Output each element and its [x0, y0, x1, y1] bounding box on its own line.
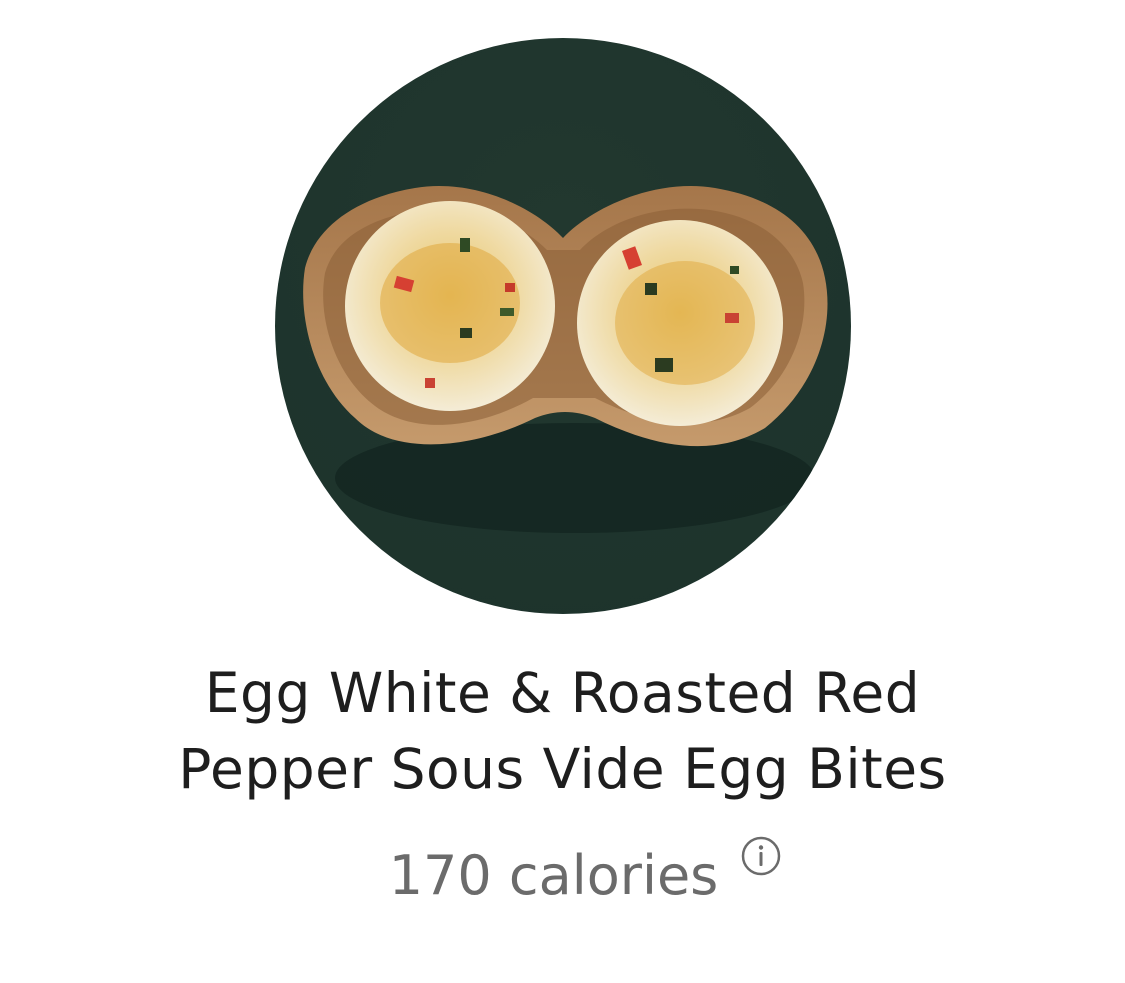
- product-image: [275, 38, 851, 614]
- product-title: Egg White & Roasted Red Pepper Sous Vide…: [0, 655, 1125, 807]
- calories-label: 170 calories: [388, 844, 719, 907]
- info-circle-icon[interactable]: [740, 835, 782, 877]
- calories-row: 170 calories: [0, 835, 1125, 914]
- product-title-line-1: Egg White & Roasted Red: [204, 661, 921, 725]
- egg-bites-photo: [275, 38, 851, 614]
- product-title-line-2: Pepper Sous Vide Egg Bites: [178, 737, 947, 801]
